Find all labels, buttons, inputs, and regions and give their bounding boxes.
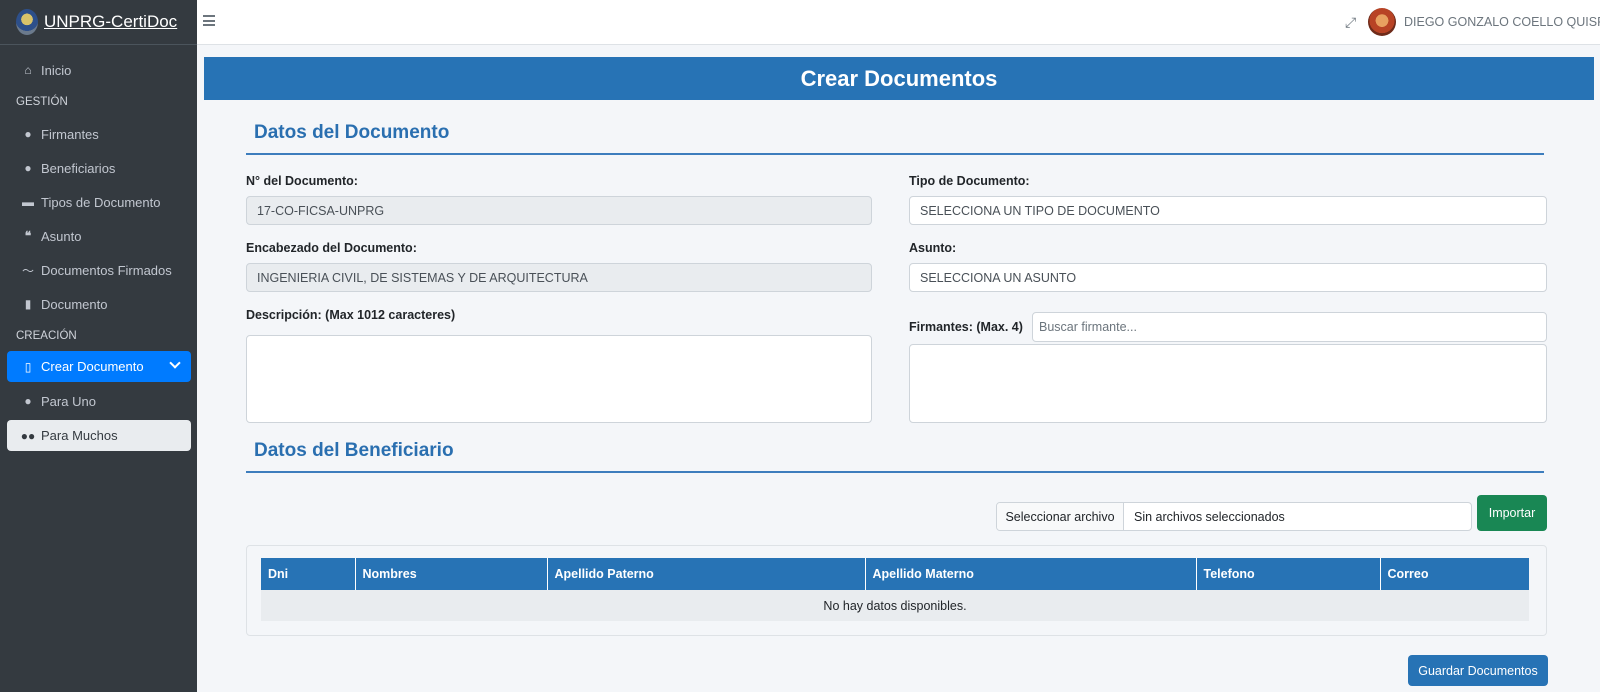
user-name[interactable]: DIEGO GONZALO COELLO QUISPE	[1404, 15, 1600, 29]
column-header-apellido-materno[interactable]: Apellido Materno	[865, 558, 1197, 590]
sidebar-item-label: Para Muchos	[41, 428, 118, 443]
import-button[interactable]: Importar	[1477, 495, 1547, 531]
numero-documento-value: 17-CO-FICSA-UNPRG	[257, 203, 385, 218]
brand-title[interactable]: UNPRG-CertiDoc	[44, 12, 177, 32]
sidebar-item-label: Beneficiarios	[41, 160, 116, 176]
encabezado-label: Encabezado del Documento:	[246, 241, 417, 255]
user-tie-icon: ●	[24, 127, 32, 141]
sidebar-item-label: Documento	[41, 296, 108, 312]
firmantes-list[interactable]	[909, 344, 1547, 423]
sidebar-item-firmantes[interactable]: ● Firmantes	[0, 117, 197, 151]
tipo-documento-label: Tipo de Documento:	[909, 174, 1030, 188]
home-icon: ⌂	[24, 63, 32, 77]
sidebar-item-crear-documento[interactable]: ▯ Crear Documento	[7, 351, 191, 382]
encabezado-field: INGENIERIA CIVIL, DE SISTEMAS Y DE ARQUI…	[246, 263, 872, 292]
sidebar-item-beneficiarios[interactable]: ● Beneficiarios	[0, 151, 197, 185]
numero-documento-label: N° del Documento:	[246, 174, 358, 188]
avatar[interactable]	[1368, 8, 1396, 36]
sidebar-header-gestion: GESTIÓN	[16, 96, 68, 108]
topbar: ⤢ DIEGO GONZALO COELLO QUISPE	[197, 0, 1600, 45]
section-title-documento: Datos del Documento	[246, 122, 1544, 155]
sidebar-item-para-muchos[interactable]: ●● Para Muchos	[7, 420, 191, 451]
fullscreen-icon[interactable]: ⤢	[1345, 15, 1359, 29]
sidebar-item-documentos-firmados[interactable]: 〜 Documentos Firmados	[0, 253, 197, 287]
asunto-select[interactable]: SELECCIONA UN ASUNTO	[909, 263, 1547, 292]
users-icon: ●●	[20, 428, 36, 443]
folder-icon: ▬	[22, 195, 34, 209]
sidebar-item-para-uno[interactable]: ● Para Uno	[0, 384, 197, 418]
signature-icon: 〜	[21, 263, 34, 278]
user-icon: ●	[24, 394, 32, 408]
descripcion-label: Descripción: (Max 1012 caracteres)	[246, 308, 456, 322]
table-header-row: Dni Nombres Apellido Paterno Apellido Ma…	[261, 558, 1529, 590]
brand[interactable]: UNPRG-CertiDoc	[0, 0, 197, 45]
sidebar-item-label: Firmantes	[41, 126, 99, 142]
sidebar-item-label: Asunto	[41, 228, 82, 244]
file-outline-icon: ▯	[24, 359, 32, 374]
section-title-beneficiario: Datos del Beneficiario	[246, 440, 1544, 473]
sidebar-item-documento[interactable]: ▮ Documento	[0, 287, 197, 321]
beneficiarios-table: Dni Nombres Apellido Paterno Apellido Ma…	[261, 558, 1529, 621]
main-content: Crear Documentos Datos del Documento N° …	[197, 45, 1600, 692]
asunto-label: Asunto:	[909, 241, 957, 255]
empty-table-message: No hay datos disponibles.	[261, 590, 1529, 621]
sidebar-item-label: Para Uno	[41, 393, 96, 409]
sidebar-header-creacion: CREACIÓN	[16, 330, 77, 342]
save-documents-button[interactable]: Guardar Documentos	[1408, 655, 1548, 686]
file-input[interactable]: Seleccionar archivo Sin archivos selecci…	[996, 502, 1472, 531]
firmantes-label: Firmantes: (Max. 4)	[909, 320, 1023, 334]
select-file-button[interactable]: Seleccionar archivo	[997, 503, 1124, 530]
file-icon: ▮	[24, 297, 32, 311]
column-header-dni[interactable]: Dni	[261, 558, 356, 590]
tipo-documento-select[interactable]: SELECCIONA UN TIPO DE DOCUMENTO	[909, 196, 1547, 225]
sidebar-item-tipos-documento[interactable]: ▬ Tipos de Documento	[0, 185, 197, 219]
menu-toggle-icon[interactable]	[203, 15, 215, 26]
column-header-telefono[interactable]: Telefono	[1196, 558, 1381, 590]
column-header-apellido-paterno[interactable]: Apellido Paterno	[547, 558, 866, 590]
quote-icon: ❝	[24, 229, 32, 243]
tipo-documento-value: SELECCIONA UN TIPO DE DOCUMENTO	[920, 203, 1160, 218]
table-row: No hay datos disponibles.	[261, 590, 1529, 621]
buscar-firmante-placeholder: Buscar firmante...	[1039, 320, 1137, 334]
column-header-nombres[interactable]: Nombres	[355, 558, 548, 590]
sidebar-item-asunto[interactable]: ❝ Asunto	[0, 219, 197, 253]
numero-documento-field: 17-CO-FICSA-UNPRG	[246, 196, 872, 225]
asunto-value: SELECCIONA UN ASUNTO	[920, 270, 1077, 285]
sidebar-nav: ⌂ Inicio GESTIÓN ● Firmantes ● Beneficia…	[0, 45, 197, 451]
encabezado-value: INGENIERIA CIVIL, DE SISTEMAS Y DE ARQUI…	[257, 270, 588, 285]
page-title: Crear Documentos	[204, 57, 1594, 100]
sidebar-item-label: Crear Documento	[41, 359, 144, 374]
sidebar-item-label: Tipos de Documento	[41, 194, 161, 210]
file-status: Sin archivos seleccionados	[1134, 509, 1285, 524]
descripcion-textarea[interactable]	[246, 335, 872, 423]
beneficiarios-table-card: Dni Nombres Apellido Paterno Apellido Ma…	[246, 545, 1547, 636]
university-logo-icon	[16, 9, 38, 35]
sidebar-item-label: Documentos Firmados	[41, 262, 172, 278]
chevron-down-icon	[169, 357, 181, 369]
sidebar-item-label: Inicio	[41, 62, 72, 78]
buscar-firmante-input[interactable]: Buscar firmante...	[1032, 312, 1547, 342]
sidebar-item-inicio[interactable]: ⌂ Inicio	[0, 53, 197, 87]
column-header-correo[interactable]: Correo	[1380, 558, 1529, 590]
user-graduate-icon: ●	[24, 161, 32, 175]
sidebar: UNPRG-CertiDoc ⌂ Inicio GESTIÓN ● Firman…	[0, 0, 197, 692]
